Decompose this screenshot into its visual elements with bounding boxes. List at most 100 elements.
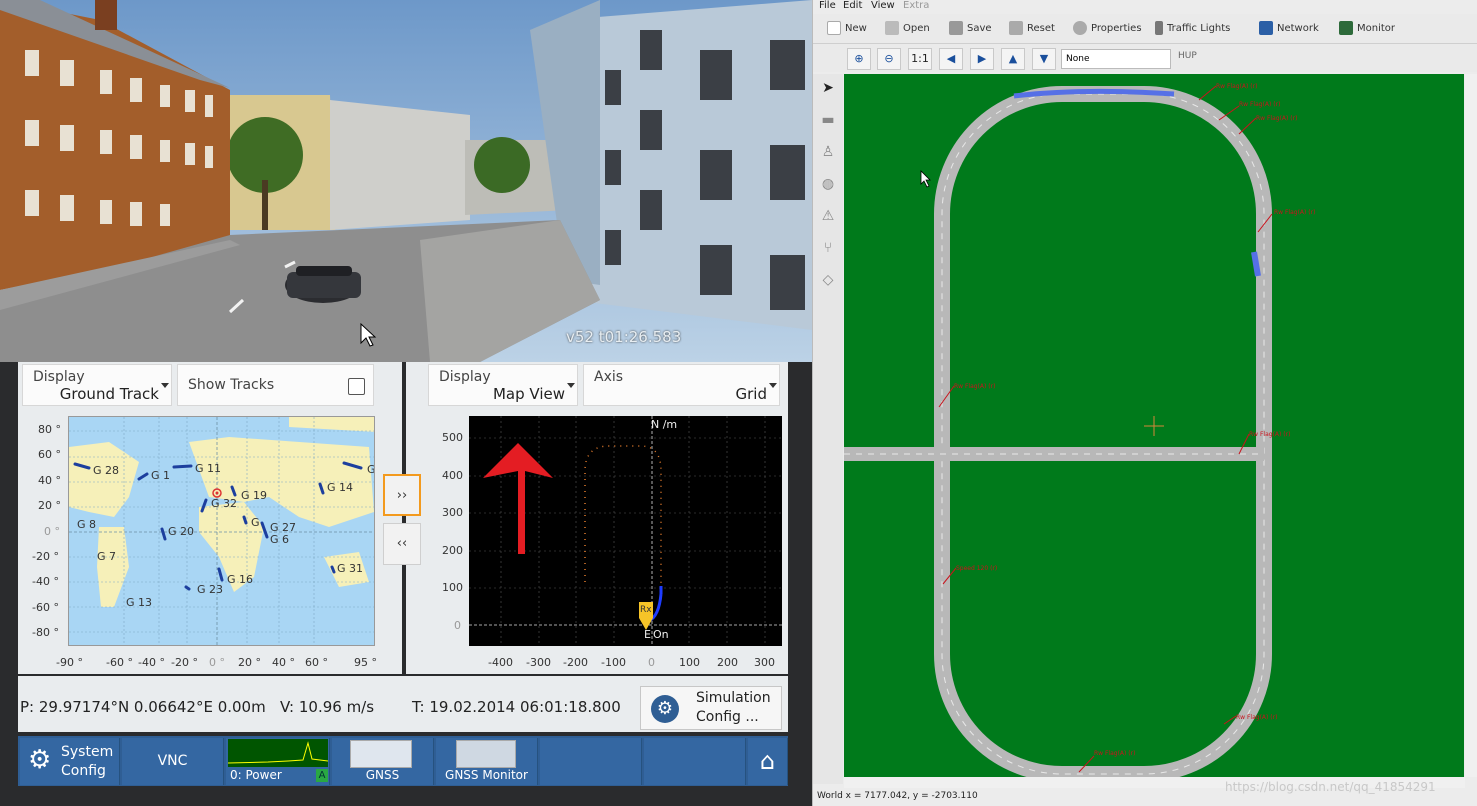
system-config-button[interactable]: ⚙ System Config xyxy=(20,738,120,785)
lat-tick: -20 ° xyxy=(32,550,59,563)
simulation-config-button[interactable]: ⚙ Simulation Config ... xyxy=(640,686,782,730)
menu-edit[interactable]: Edit xyxy=(843,0,862,11)
warning-sign-icon[interactable]: ⚠ xyxy=(817,204,839,228)
pan-left-icon[interactable]: ◀ xyxy=(939,48,963,70)
lon-tick: -40 ° xyxy=(138,656,165,669)
chevron-down-icon xyxy=(769,383,777,388)
reset-icon xyxy=(1009,21,1023,35)
forward-button[interactable]: ›› xyxy=(383,474,421,516)
pedestrian-icon[interactable]: ♙ xyxy=(817,140,839,164)
layer-select[interactable]: None xyxy=(1061,49,1171,69)
axis-label: Axis xyxy=(594,369,624,385)
show-tracks-label: Show Tracks xyxy=(188,377,275,393)
network-button[interactable]: Network xyxy=(1259,21,1319,35)
save-button[interactable]: Save xyxy=(949,21,992,35)
pan-down-icon[interactable]: ▼ xyxy=(1032,48,1056,70)
svg-text:Rw Flag(A) (r): Rw Flag(A) (r) xyxy=(1274,209,1315,216)
route-icon[interactable]: ◇ xyxy=(817,268,839,292)
menu-file[interactable]: File xyxy=(819,0,836,11)
on-label: On xyxy=(653,628,669,641)
world-coordinates-readout: World x = 7177.042, y = -2703.110 xyxy=(817,791,978,801)
axis-select[interactable]: Axis Grid xyxy=(583,364,780,406)
svg-text:Speed 120 (r): Speed 120 (r) xyxy=(956,565,997,572)
reset-button[interactable]: Reset xyxy=(1009,21,1055,35)
gear-icon: ⚙ xyxy=(28,745,52,775)
traffic-lights-button[interactable]: Traffic Lights xyxy=(1155,21,1230,35)
x-tick: -400 xyxy=(488,656,513,669)
svg-text:Rw Flag(A) (r): Rw Flag(A) (r) xyxy=(1236,714,1277,721)
left-display-select[interactable]: Display Ground Track xyxy=(22,364,172,406)
zoom-in-icon[interactable]: ⊕ xyxy=(847,48,871,70)
new-button[interactable]: New xyxy=(827,21,867,35)
gear-icon: ⚙ xyxy=(651,695,679,723)
svg-text:Rw Flag(A) (r): Rw Flag(A) (r) xyxy=(1094,750,1135,757)
menu-view[interactable]: View xyxy=(871,0,895,11)
gnss-button[interactable]: GNSS xyxy=(332,738,434,785)
lat-tick: -40 ° xyxy=(32,575,59,588)
open-button[interactable]: Open xyxy=(885,21,930,35)
show-tracks-toggle[interactable]: Show Tracks xyxy=(177,364,374,406)
power-label: 0: Power xyxy=(230,768,282,782)
open-icon xyxy=(885,21,899,35)
vnc-button[interactable]: VNC xyxy=(122,738,224,785)
gnss-monitor-button[interactable]: GNSS Monitor xyxy=(436,738,538,785)
globe-icon[interactable]: ◍ xyxy=(817,172,839,196)
position-readout: P: 29.97174°N 0.06642°E 0.00m xyxy=(20,698,266,716)
power-badge: A xyxy=(316,769,328,782)
home-icon[interactable]: ⌂ xyxy=(748,738,788,785)
x-tick: 200 xyxy=(717,656,738,669)
y-tick: 200 xyxy=(442,544,463,557)
right-display-select[interactable]: Display Map View xyxy=(428,364,578,406)
driving-scene-view: v52 t01:26.583 xyxy=(0,0,812,362)
monitor-icon xyxy=(1339,21,1353,35)
left-display-value: Ground Track xyxy=(59,385,159,403)
car-icon[interactable]: ▬ xyxy=(817,108,839,132)
ground-track-map: G 28 G 1 G 11 G 32 G 19 G 14 G 8 G 20 G … xyxy=(68,416,375,646)
lat-tick: 40 ° xyxy=(38,474,61,487)
y-tick: 400 xyxy=(442,469,463,482)
sat-label: G 16 xyxy=(227,573,254,586)
sat-label: G 8 xyxy=(77,518,97,531)
chevron-down-icon xyxy=(567,383,575,388)
hud-button[interactable]: HUP xyxy=(1178,51,1197,61)
pan-up-icon[interactable]: ▲ xyxy=(1001,48,1025,70)
monitor-button[interactable]: Monitor xyxy=(1339,21,1395,35)
sat-label: G xyxy=(367,463,375,476)
reset-label: Reset xyxy=(1027,22,1055,34)
sat-label: G 14 xyxy=(327,481,354,494)
power-monitor-button[interactable]: 0: Power A xyxy=(226,738,330,785)
vertical-scrollbar[interactable] xyxy=(1465,74,1477,777)
gnss-label: GNSS xyxy=(365,768,400,782)
right-display-value: Map View xyxy=(492,385,565,403)
lon-tick: 20 ° xyxy=(238,656,261,669)
lon-tick: -60 ° xyxy=(106,656,133,669)
time-readout: T: 19.02.2014 06:01:18.800 xyxy=(412,698,621,716)
sat-label: G 6 xyxy=(270,533,290,546)
x-tick: 0 xyxy=(648,656,655,669)
traffic-lights-label: Traffic Lights xyxy=(1167,22,1231,34)
svg-text:Rw Flag(A) (r): Rw Flag(A) (r) xyxy=(954,383,995,390)
pan-right-icon[interactable]: ▶ xyxy=(970,48,994,70)
lon-tick: -20 ° xyxy=(171,656,198,669)
select-cursor-icon[interactable]: ➤ xyxy=(817,76,839,100)
open-label: Open xyxy=(903,22,930,34)
road-network-map: Rw Flag(A) (r) Rw Flag(A) (r) Rw Flag(A)… xyxy=(844,74,1464,777)
x-tick: -300 xyxy=(526,656,551,669)
gnss-thumbnail xyxy=(350,740,412,768)
save-icon xyxy=(949,21,963,35)
zoom-out-icon[interactable]: ⊖ xyxy=(877,48,901,70)
properties-button[interactable]: Properties xyxy=(1073,21,1142,35)
map-view-plot: N /m E On Rx xyxy=(469,416,782,646)
sat-label: G xyxy=(251,516,260,529)
junction-icon[interactable]: ⑂ xyxy=(817,236,839,260)
sat-label: G 13 xyxy=(126,596,153,609)
svg-text:Rw Flag(A) (r): Rw Flag(A) (r) xyxy=(1249,431,1290,438)
menu-extra[interactable]: Extra xyxy=(903,0,929,11)
sat-label: G 23 xyxy=(197,583,224,596)
show-tracks-checkbox[interactable] xyxy=(348,378,365,395)
zoom-reset-button[interactable]: 1:1 xyxy=(908,48,932,70)
svg-text:Rw Flag(A) (r): Rw Flag(A) (r) xyxy=(1256,115,1297,122)
x-tick: -100 xyxy=(601,656,626,669)
back-button[interactable]: ‹‹ xyxy=(383,523,421,565)
simulation-time-readout: v52 t01:26.583 xyxy=(566,328,682,346)
